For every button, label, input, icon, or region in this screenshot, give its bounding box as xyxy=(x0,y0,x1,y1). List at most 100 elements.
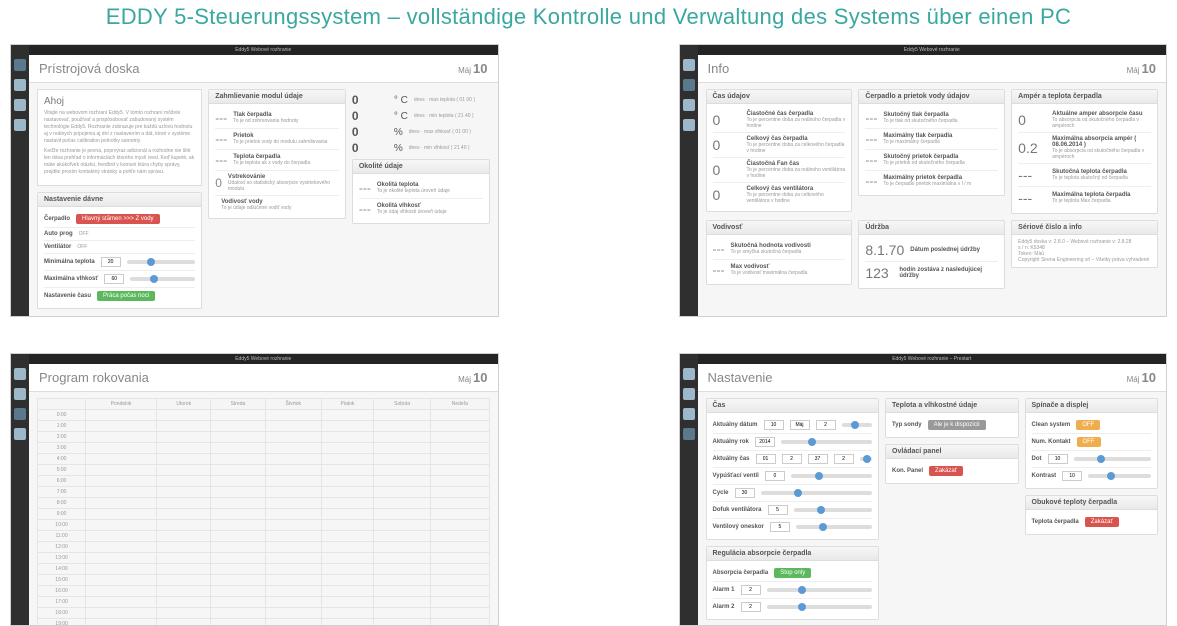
schedule-cell[interactable] xyxy=(265,619,321,626)
schedule-cell[interactable] xyxy=(211,586,265,597)
schedule-cell[interactable] xyxy=(265,575,321,586)
schedule-cell[interactable] xyxy=(265,586,321,597)
schedule-cell[interactable] xyxy=(431,608,489,619)
abs-btn[interactable]: Stop only xyxy=(774,568,811,578)
nav-info-icon[interactable] xyxy=(683,79,695,91)
mintemp-input[interactable] xyxy=(101,257,121,267)
schedule-cell[interactable] xyxy=(211,432,265,443)
setting-input[interactable] xyxy=(782,454,802,464)
schedule-cell[interactable] xyxy=(322,421,374,432)
schedule-cell[interactable] xyxy=(431,421,489,432)
schedule-cell[interactable] xyxy=(322,520,374,531)
display-input[interactable] xyxy=(1062,471,1082,481)
nav-schedule-icon[interactable] xyxy=(683,99,695,111)
schedule-cell[interactable] xyxy=(86,454,157,465)
schedule-cell[interactable] xyxy=(373,520,430,531)
schedule-cell[interactable] xyxy=(86,542,157,553)
schedule-cell[interactable] xyxy=(86,597,157,608)
schedule-cell[interactable] xyxy=(86,443,157,454)
setting-slider[interactable] xyxy=(842,423,873,427)
nav-info-icon[interactable] xyxy=(14,79,26,91)
nav-info-icon[interactable] xyxy=(683,388,695,400)
schedule-cell[interactable] xyxy=(86,531,157,542)
schedule-cell[interactable] xyxy=(373,531,430,542)
schedule-cell[interactable] xyxy=(373,443,430,454)
display-slider[interactable] xyxy=(1074,457,1151,461)
schedule-cell[interactable] xyxy=(431,564,489,575)
schedule-cell[interactable] xyxy=(322,410,374,421)
schedule-cell[interactable] xyxy=(211,465,265,476)
schedule-cell[interactable] xyxy=(265,410,321,421)
schedule-cell[interactable] xyxy=(322,597,374,608)
schedule-cell[interactable] xyxy=(322,465,374,476)
schedule-cell[interactable] xyxy=(86,498,157,509)
schedule-cell[interactable] xyxy=(373,498,430,509)
mintemp-slider[interactable] xyxy=(127,260,196,264)
schedule-cell[interactable] xyxy=(265,465,321,476)
schedule-cell[interactable] xyxy=(373,465,430,476)
maxhum-input[interactable] xyxy=(104,274,124,284)
schedule-cell[interactable] xyxy=(211,410,265,421)
schedule-cell[interactable] xyxy=(373,575,430,586)
schedule-cell[interactable] xyxy=(431,454,489,465)
schedule-cell[interactable] xyxy=(211,498,265,509)
schedule-cell[interactable] xyxy=(265,597,321,608)
schedule-cell[interactable] xyxy=(157,454,211,465)
schedule-cell[interactable] xyxy=(431,520,489,531)
schedule-cell[interactable] xyxy=(211,509,265,520)
schedule-cell[interactable] xyxy=(265,608,321,619)
schedule-cell[interactable] xyxy=(373,476,430,487)
schedule-cell[interactable] xyxy=(322,454,374,465)
schedule-cell[interactable] xyxy=(322,531,374,542)
setting-input[interactable] xyxy=(735,488,755,498)
schedule-cell[interactable] xyxy=(322,575,374,586)
schedule-cell[interactable] xyxy=(265,487,321,498)
schedule-cell[interactable] xyxy=(322,498,374,509)
schedule-cell[interactable] xyxy=(431,487,489,498)
setting-slider[interactable] xyxy=(794,508,873,512)
setting-input[interactable] xyxy=(768,505,788,515)
schedule-cell[interactable] xyxy=(265,520,321,531)
schedule-cell[interactable] xyxy=(322,608,374,619)
setting-slider[interactable] xyxy=(791,474,872,478)
schedule-cell[interactable] xyxy=(86,476,157,487)
schedule-cell[interactable] xyxy=(322,542,374,553)
nav-dashboard-icon[interactable] xyxy=(14,368,26,380)
schedule-cell[interactable] xyxy=(322,432,374,443)
schedule-cell[interactable] xyxy=(211,608,265,619)
schedule-cell[interactable] xyxy=(211,476,265,487)
schedule-cell[interactable] xyxy=(373,487,430,498)
schedule-cell[interactable] xyxy=(157,509,211,520)
schedule-cell[interactable] xyxy=(157,586,211,597)
nav-schedule-icon[interactable] xyxy=(14,408,26,420)
schedule-cell[interactable] xyxy=(265,443,321,454)
schedule-cell[interactable] xyxy=(373,454,430,465)
nav-dashboard-icon[interactable] xyxy=(683,59,695,71)
nav-dashboard-icon[interactable] xyxy=(683,368,695,380)
pump-badge[interactable]: Hlavný stămen >>> Z vody xyxy=(76,214,160,224)
schedule-cell[interactable] xyxy=(86,608,157,619)
schedule-cell[interactable] xyxy=(157,520,211,531)
alarm2-slider[interactable] xyxy=(767,605,873,609)
schedule-cell[interactable] xyxy=(86,586,157,597)
schedule-cell[interactable] xyxy=(265,498,321,509)
schedule-cell[interactable] xyxy=(265,531,321,542)
schedule-cell[interactable] xyxy=(211,421,265,432)
schedule-cell[interactable] xyxy=(373,542,430,553)
schedule-cell[interactable] xyxy=(431,465,489,476)
schedule-cell[interactable] xyxy=(431,575,489,586)
schedule-cell[interactable] xyxy=(157,619,211,626)
setting-input[interactable] xyxy=(834,454,854,464)
schedule-cell[interactable] xyxy=(322,586,374,597)
nav-settings-icon[interactable] xyxy=(683,119,695,131)
schedule-cell[interactable] xyxy=(86,619,157,626)
schedule-cell[interactable] xyxy=(431,509,489,520)
schedule-cell[interactable] xyxy=(157,432,211,443)
schedule-cell[interactable] xyxy=(211,564,265,575)
schedule-cell[interactable] xyxy=(157,443,211,454)
schedule-cell[interactable] xyxy=(373,608,430,619)
schedule-cell[interactable] xyxy=(211,597,265,608)
setting-slider[interactable] xyxy=(860,457,873,461)
schedule-cell[interactable] xyxy=(211,487,265,498)
schedule-cell[interactable] xyxy=(373,509,430,520)
